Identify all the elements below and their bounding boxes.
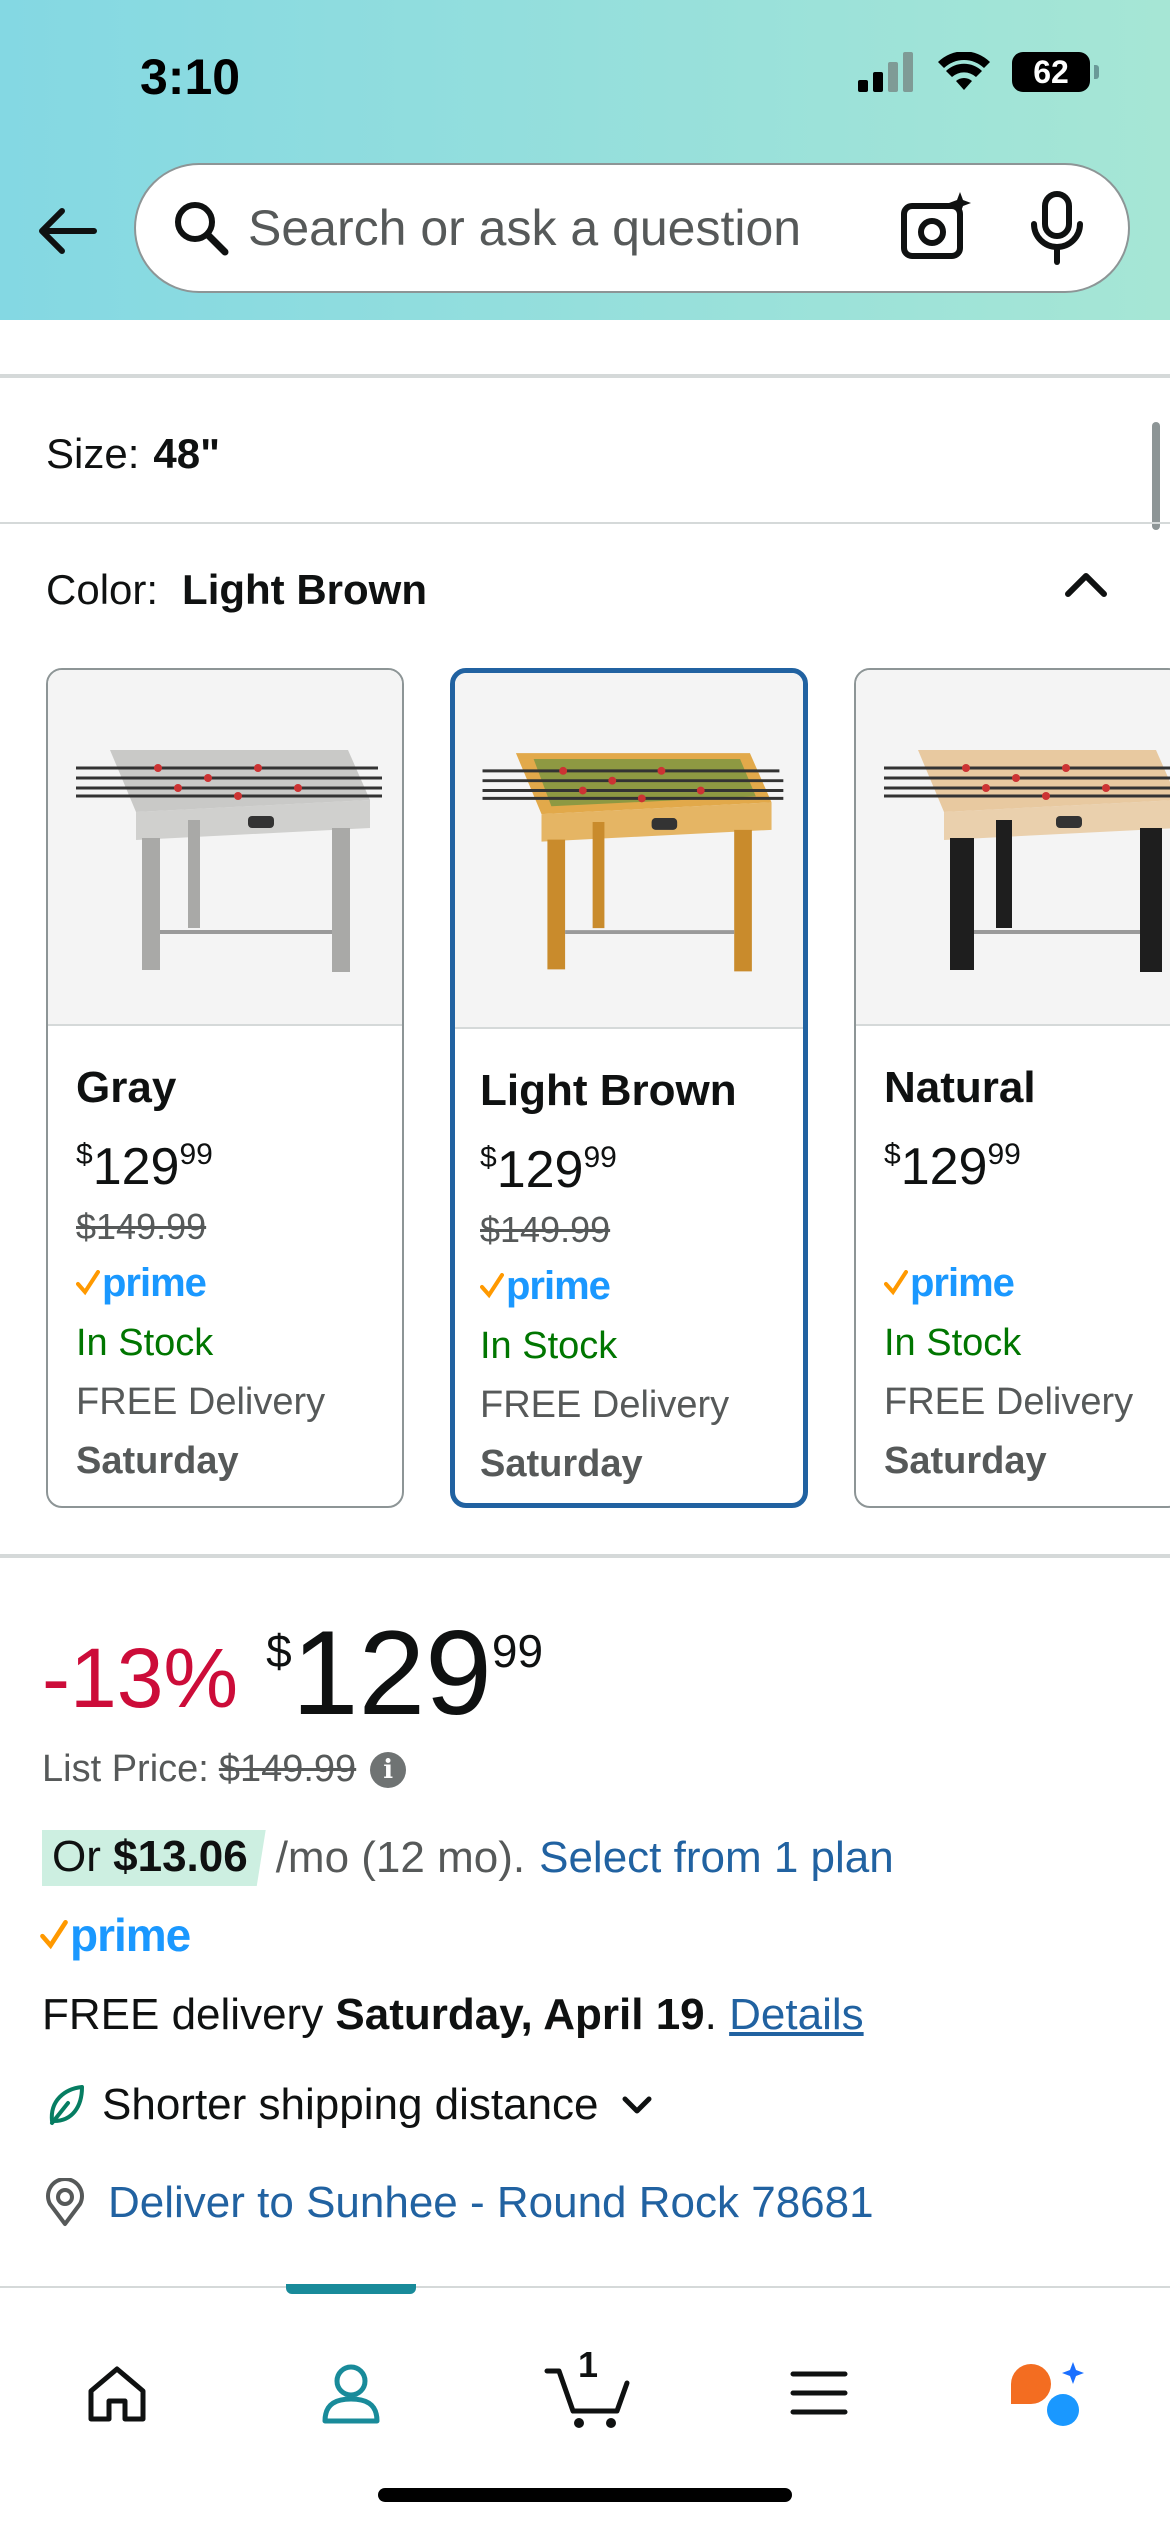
swatch-price: $12999 [480, 1141, 617, 1199]
prime-check-icon [884, 1270, 908, 1296]
nav-active-indicator [286, 2284, 416, 2294]
swatch-list-price: $149.99 [480, 1209, 611, 1250]
status-icons: 62 [858, 52, 1099, 92]
price-block: -13% $ 129 99 [42, 1608, 543, 1738]
color-swatch-gray[interactable]: Gray $12999 $149.99 prime In Stock FREE … [46, 668, 404, 1508]
delivery-day: Saturday [76, 1440, 239, 1482]
deliver-to-location[interactable]: Deliver to Sunhee - Round Rock 78681 [42, 2178, 874, 2228]
size-label: Size: [46, 430, 140, 477]
info-icon[interactable]: i [370, 1751, 407, 1788]
swatch-list-price [884, 1202, 1170, 1252]
nav-account[interactable] [306, 2348, 396, 2438]
section-divider [0, 374, 1170, 378]
swatch-price: $12999 [884, 1138, 1021, 1196]
search-icon [166, 193, 236, 263]
color-swatch-light-brown[interactable]: Light Brown $12999 $149.99 prime In Stoc… [450, 668, 808, 1508]
section-divider [0, 522, 1170, 524]
section-divider [0, 1554, 1170, 1558]
prime-check-icon [40, 1920, 68, 1950]
prime-badge: prime [884, 1252, 1170, 1314]
list-price: List Price: $149.99 i [42, 1748, 407, 1791]
list-price-value: $149.99 [218, 1748, 357, 1790]
delivery-day: Saturday [480, 1443, 643, 1485]
swatch-list-price: $149.99 [76, 1206, 207, 1247]
delivery-info: FREE delivery Saturday, April 19. Detail… [42, 1990, 864, 2039]
prime-badge: prime [76, 1252, 402, 1314]
swatch-name: Light Brown [480, 1066, 737, 1115]
search-bar[interactable]: Search or ask a question [134, 163, 1130, 293]
plan-term: /mo (12 mo). [275, 1833, 526, 1882]
swatch-name: Natural [884, 1063, 1036, 1112]
microphone-icon[interactable] [1022, 188, 1092, 268]
list-price-label: List Price: [42, 1748, 209, 1790]
nav-menu[interactable] [774, 2348, 864, 2438]
camera-search-icon[interactable] [896, 188, 976, 268]
size-selector[interactable]: Size: 48" [46, 430, 220, 478]
product-image [455, 673, 803, 1029]
app-header: 3:10 62 Search or ask a question [0, 0, 1170, 320]
product-image [856, 670, 1170, 1026]
prime-check-icon [76, 1270, 100, 1296]
current-price: $ 129 99 [266, 1606, 544, 1740]
scroll-indicator [1152, 422, 1160, 530]
delivery-details-link[interactable]: Details [729, 1990, 864, 2039]
chevron-up-icon[interactable] [1058, 556, 1114, 612]
color-label: Color: [46, 566, 159, 613]
color-swatch-natural[interactable]: Natural $12999 prime In Stock FREE Deliv… [854, 668, 1170, 1508]
rufus-assistant-icon [1011, 2362, 1084, 2426]
product-image [48, 670, 402, 1026]
delivery-text: FREE Delivery [480, 1384, 730, 1426]
plan-badge: Or $13.06 [42, 1830, 266, 1886]
wifi-icon [938, 52, 990, 90]
payment-plan: Or $13.06 /mo (12 mo). Select from 1 pla… [42, 1830, 894, 1886]
battery-icon: 62 [1012, 52, 1099, 92]
select-plan-link[interactable]: Select from 1 plan [539, 1833, 894, 1883]
leaf-icon [49, 2085, 84, 2125]
stock-status: In Stock [884, 1322, 1022, 1364]
discount-percent: -13% [42, 1631, 239, 1725]
status-time: 3:10 [140, 49, 241, 105]
search-input[interactable]: Search or ask a question [248, 199, 896, 257]
deliver-to-label: Deliver to Sunhee - Round Rock 78681 [108, 2178, 874, 2227]
delivery-day: Saturday [884, 1440, 1047, 1482]
swatch-price: $12999 [76, 1138, 213, 1196]
cellular-signal-icon [858, 52, 913, 92]
stock-status: In Stock [76, 1322, 214, 1364]
nav-home[interactable] [72, 2348, 162, 2438]
size-value: 48" [153, 430, 221, 477]
home-indicator [378, 2488, 792, 2502]
prime-check-icon [480, 1273, 504, 1299]
nav-cart[interactable]: 1 [538, 2344, 638, 2438]
shipping-distance-label: Shorter shipping distance [102, 2080, 599, 2129]
delivery-text: FREE Delivery [76, 1381, 326, 1423]
home-icon [88, 2366, 146, 2422]
delivery-date: Saturday, April 19 [335, 1990, 705, 2039]
color-selector-header[interactable]: Color: Light Brown [46, 566, 427, 614]
nav-rufus[interactable] [1002, 2348, 1092, 2438]
stock-status: In Stock [480, 1325, 618, 1367]
location-pin-icon [46, 2178, 84, 2226]
back-arrow-icon[interactable] [32, 196, 102, 266]
swatch-name: Gray [76, 1063, 177, 1112]
menu-icon [790, 2371, 848, 2415]
cart-count: 1 [578, 2344, 599, 2385]
person-icon [322, 2364, 380, 2424]
delivery-text: FREE Delivery [884, 1381, 1134, 1423]
chevron-down-icon [622, 2096, 652, 2114]
color-value: Light Brown [182, 566, 427, 613]
shipping-distance-toggle[interactable]: Shorter shipping distance [46, 2080, 659, 2130]
prime-badge-large: prime [40, 1908, 191, 1962]
prime-badge: prime [480, 1255, 803, 1317]
